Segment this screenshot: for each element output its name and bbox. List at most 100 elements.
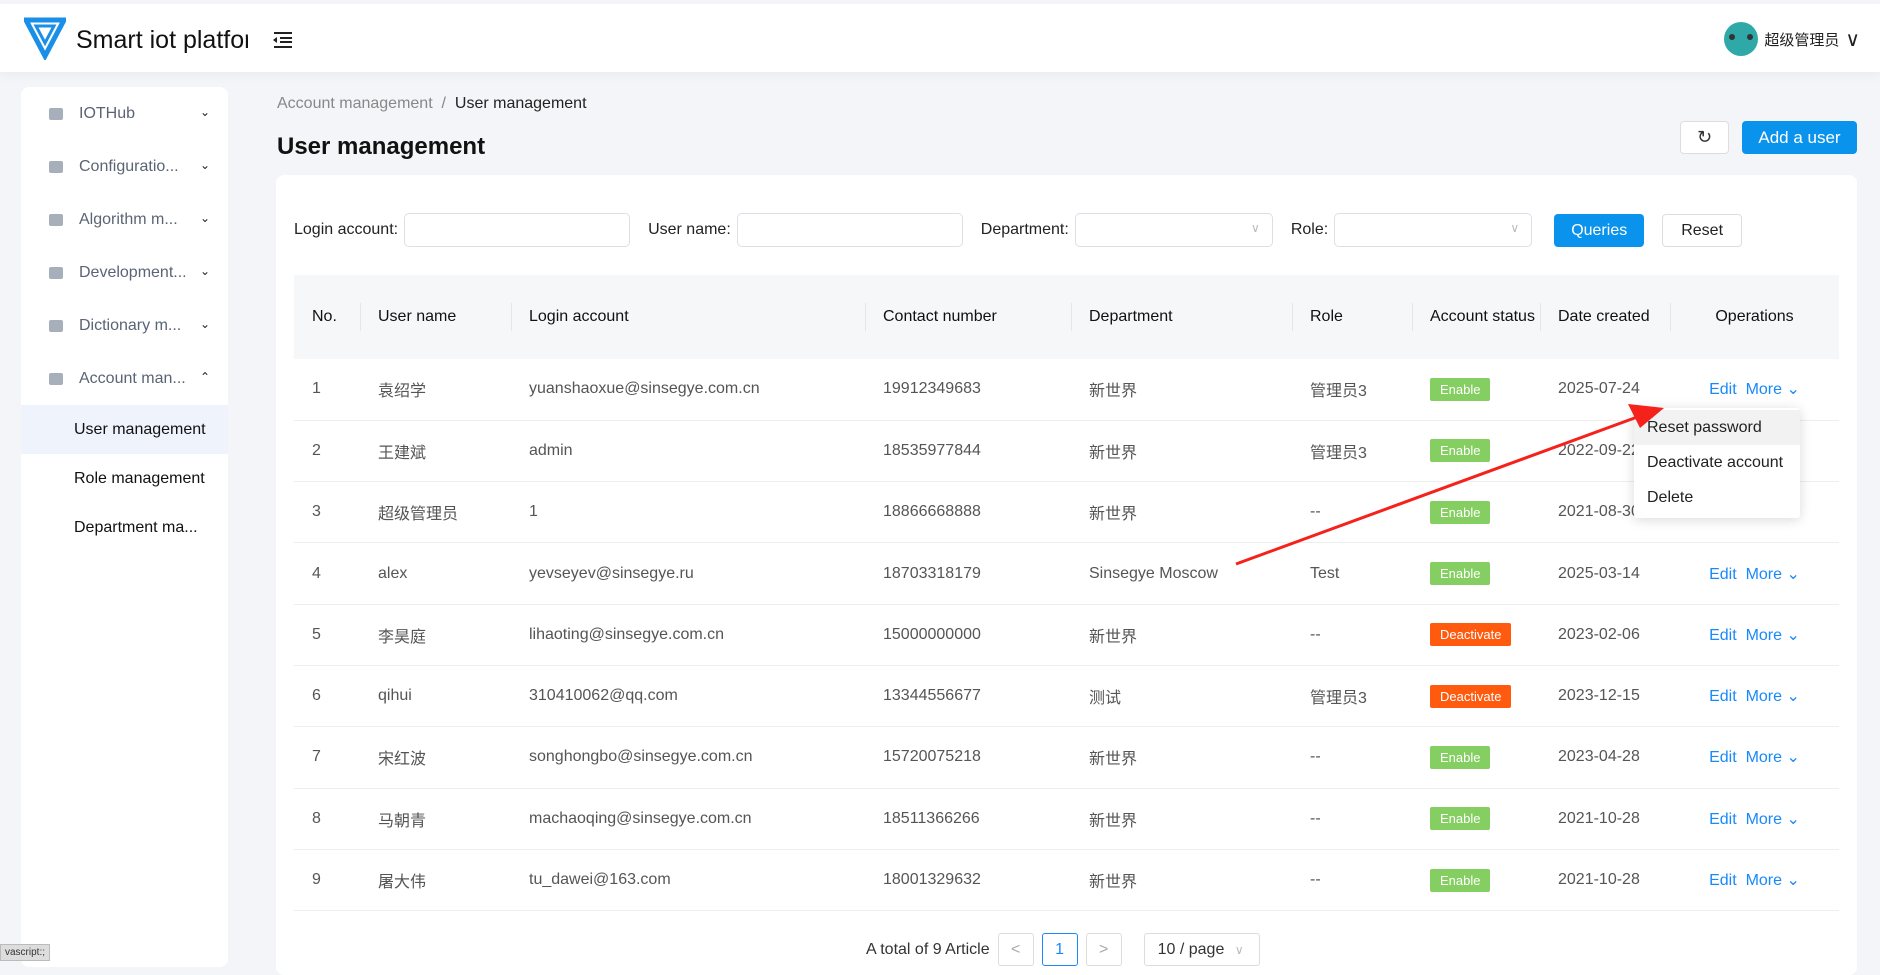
sidebar-item-1[interactable]: Configuratio... ⌄ [21,140,228,193]
more-link[interactable]: More ⌄ [1746,381,1800,398]
table-cell: -- [1292,849,1412,912]
table-cell: 5 [294,604,360,666]
menu-icon [49,213,63,226]
role-label: Role: [1290,221,1329,238]
sidebar-item-role-management[interactable]: Role management [21,454,228,503]
table-cell: -- [1292,788,1412,850]
add-user-button[interactable]: Add a user [1742,121,1857,154]
edit-link[interactable]: Edit [1709,811,1737,828]
table-cell: 新世界 [1071,788,1292,850]
pagination: A total of 9 Article < 1 > 10 / page ∨ [866,933,1260,966]
login-account-input[interactable] [404,213,631,247]
table-cell: 王建斌 [360,420,511,483]
status-badge: Enable [1430,807,1491,831]
table-cell: alex [360,542,511,605]
breadcrumb-parent[interactable]: Account management [277,95,433,112]
page-title: User management [277,133,486,160]
sidebar-item-label: Dictionary m... [79,316,182,334]
status-cell: Enable [1412,726,1540,789]
filter-bar: Login account: User name: Department: ∨ … [294,213,1743,247]
sidebar-item-2[interactable]: Algorithm m... ⌄ [21,193,228,246]
table-cell: 管理员3 [1292,420,1412,483]
more-link[interactable]: More ⌄ [1746,872,1800,889]
status-cell: Deactivate [1412,604,1540,666]
sidebar-item-0[interactable]: IOTHub ⌄ [21,87,228,140]
edit-link[interactable]: Edit [1709,381,1737,398]
column-header: Account status [1412,275,1540,359]
edit-link[interactable]: Edit [1709,566,1737,583]
reset-password-item[interactable]: Reset password [1634,410,1800,445]
sidebar-item-5[interactable]: Account man... ⌃ [21,352,228,405]
more-link[interactable]: More ⌄ [1746,688,1800,705]
role-select[interactable]: ∨ [1334,213,1533,247]
status-badge: Enable [1430,500,1491,524]
sidebar-item-4[interactable]: Dictionary m... ⌄ [21,299,228,352]
table-cell: 9 [294,849,360,912]
table-cell: 18535977844 [865,420,1071,483]
sidebar-item-label: Account man... [79,369,186,387]
department-select[interactable]: ∨ [1074,213,1273,247]
user-name-input[interactable] [736,213,963,247]
page-1-button[interactable]: 1 [1041,933,1078,966]
page-size-select[interactable]: 10 / page ∨ [1143,933,1260,966]
deactivate-account-item[interactable]: Deactivate account [1634,445,1800,480]
table-cell: 超级管理员 [360,481,511,544]
more-link[interactable]: More ⌄ [1746,749,1800,766]
table-cell: 测试 [1071,665,1292,728]
user-name: 超级管理员 [1764,31,1840,49]
status-cell: Deactivate [1412,665,1540,728]
sidebar-item-user-management[interactable]: User management [21,405,228,454]
more-dropdown-menu: Reset password Deactivate account Delete [1634,408,1800,518]
table-cell: Sinsegye Moscow [1071,542,1292,605]
table-cell: 管理员3 [1292,665,1412,728]
reset-button[interactable]: Reset [1662,213,1743,247]
table-cell: -- [1292,604,1412,666]
status-badge: Enable [1430,562,1491,586]
table-cell: 2 [294,420,360,483]
queries-button[interactable]: Queries [1554,213,1645,247]
chevron-icon: ⌃ [199,370,210,384]
delete-item[interactable]: Delete [1634,480,1800,515]
table-cell: yevseyev@sinsegye.ru [511,542,865,605]
table-row: 2 王建斌 admin 18535977844 新世界 管理员3 Enable 2022-09… [294,420,1839,483]
edit-link[interactable]: Edit [1709,749,1737,766]
edit-link[interactable]: Edit [1709,872,1737,889]
operations-cell: Edit More ⌄ [1670,665,1839,728]
table-cell: 4 [294,542,360,605]
table-cell: 6 [294,665,360,728]
more-link[interactable]: More ⌄ [1746,566,1800,583]
refresh-button[interactable]: ↻ [1680,121,1729,154]
column-header: Operations [1670,275,1839,359]
sidebar-item-department-management[interactable]: Department ma... [21,503,228,552]
chevron-down-icon: ∨ [1845,28,1860,51]
chevron-icon: ⌄ [199,158,210,172]
edit-link[interactable]: Edit [1709,688,1737,705]
collapse-menu-icon[interactable] [272,31,294,49]
table-cell: 1 [294,359,360,421]
table-cell: admin [511,420,865,483]
chevron-icon: ⌄ [199,211,210,225]
edit-link[interactable]: Edit [1709,627,1737,644]
department-label: Department: [980,221,1069,238]
chevron-down-icon: ∨ [1510,221,1520,235]
user-name-label: User name: [648,221,731,238]
table-row: 1 袁绍学 yuanshaoxue@sinsegye.com.cn 199123496… [294,359,1839,421]
prev-page-button[interactable]: < [997,933,1034,966]
more-link[interactable]: More ⌄ [1746,811,1800,828]
table-row: 4 alex yevseyev@sinsegye.ru 18703318179 Sins… [294,542,1839,605]
table-cell: 新世界 [1071,726,1292,789]
page-size-value: 10 / page [1157,941,1225,958]
user-menu[interactable]: 超级管理员 ∨ [1724,22,1860,56]
sidebar-item-3[interactable]: Development... ⌄ [21,246,228,299]
more-link[interactable]: More ⌄ [1746,627,1800,644]
table-cell: 7 [294,726,360,789]
table-cell: 1 [511,481,865,544]
table-cell: 新世界 [1071,481,1292,544]
menu-icon [49,372,63,385]
table-cell: 15720075218 [865,726,1071,789]
next-page-button[interactable]: > [1085,933,1122,966]
table-cell: 15000000000 [865,604,1071,666]
operations-cell: Edit More ⌄ [1670,849,1839,912]
table-cell: qihui [360,665,511,728]
status-badge: Enable [1430,868,1491,892]
